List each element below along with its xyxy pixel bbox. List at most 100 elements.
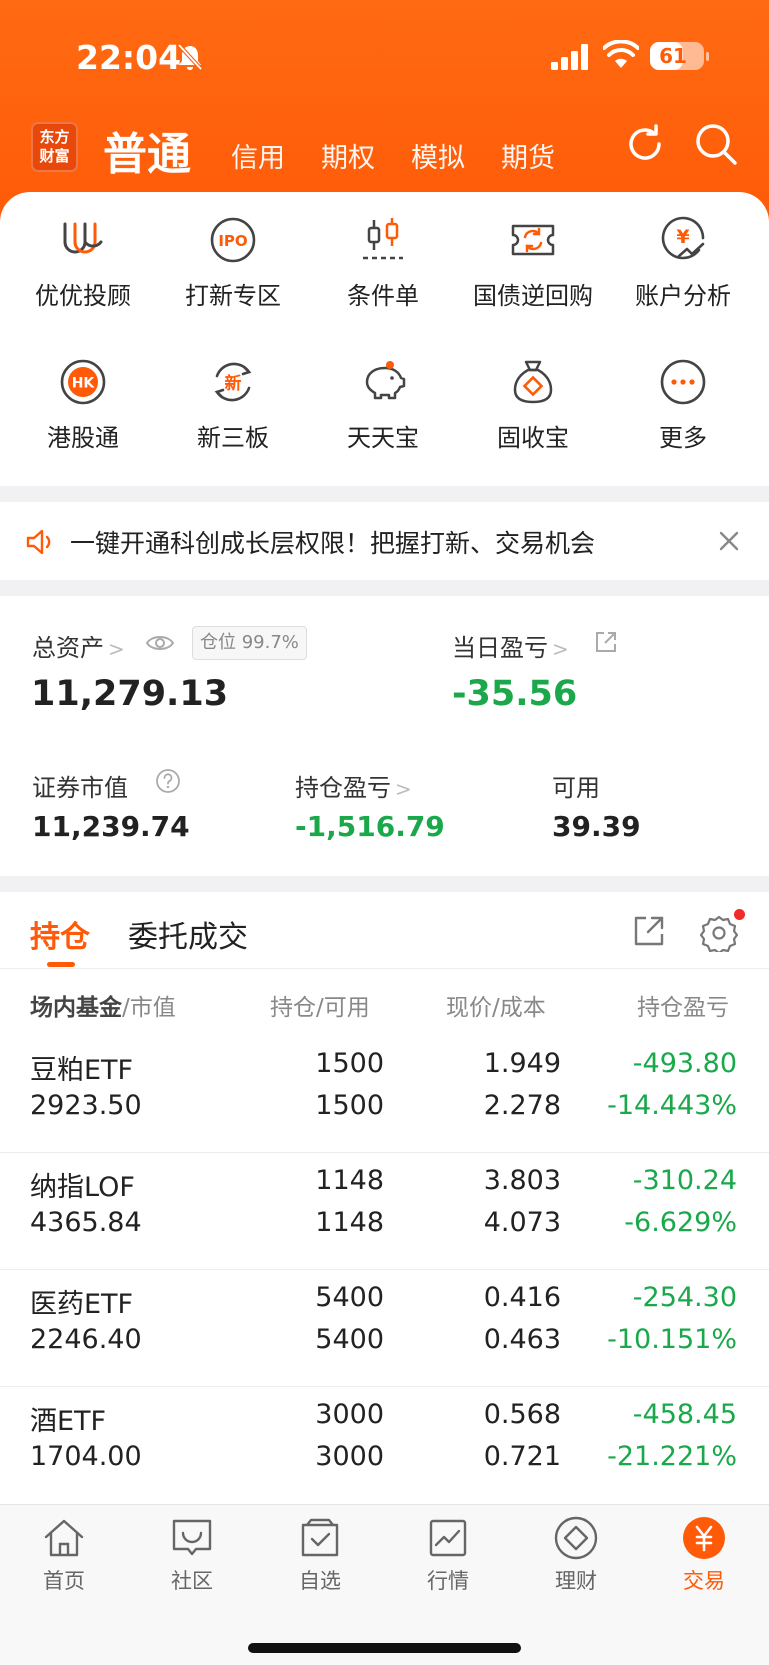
wealth-icon — [554, 1516, 598, 1560]
ipo-icon: IPO — [210, 217, 256, 263]
col-header-price[interactable]: 现价/成本 — [446, 988, 546, 1022]
logo-line-1: 东方 — [39, 128, 70, 146]
total-assets-value: 11,279.13 — [31, 674, 229, 714]
tab-simulated[interactable]: 模拟 — [411, 136, 465, 175]
col-header-pnl[interactable]: 持仓盈亏 — [637, 988, 735, 1022]
tab-home[interactable]: 首页 — [0, 1515, 128, 1595]
holding-pnl-value: -1,516.79 — [295, 810, 445, 843]
chevron-right-icon: > — [108, 637, 125, 661]
grid-item-account-analysis[interactable]: ¥ 账户分析 — [608, 216, 758, 311]
tab-community[interactable]: 社区 — [128, 1515, 256, 1595]
available-qty: 1500 — [315, 1090, 384, 1121]
tab-trade[interactable]: 交易 — [640, 1515, 768, 1595]
holding-pnl-pct: -14.443% — [607, 1090, 737, 1121]
grid-item-ipo[interactable]: IPO 打新专区 — [158, 216, 308, 311]
home-indicator[interactable] — [248, 1643, 521, 1653]
grid-label: 港股通 — [47, 424, 119, 452]
holding-pnl-pct: -6.629% — [624, 1207, 737, 1238]
holding-pnl: -310.24 — [632, 1165, 737, 1196]
quick-function-grid: 优优投顾 IPO 打新专区 条件单 国债逆回购 ¥ 账户分析 HK 港股通 新 … — [0, 192, 769, 486]
fund-name: 酒ETF — [30, 1406, 107, 1437]
tab-futures[interactable]: 期货 — [501, 136, 555, 175]
col-header-fund[interactable]: 场内基金/市值 — [30, 988, 176, 1022]
grid-item-reverse-repo[interactable]: 国债逆回购 — [458, 216, 608, 311]
holding-pnl: -493.80 — [632, 1048, 737, 1079]
tab-credit[interactable]: 信用 — [231, 136, 285, 175]
grid-label: 更多 — [659, 424, 707, 452]
holding-pnl-label: 持仓盈亏 — [295, 774, 391, 802]
wifi-icon — [603, 40, 639, 68]
daily-pnl-label: 当日盈亏 — [452, 634, 548, 662]
tab-label: 自选 — [299, 1569, 341, 1593]
share-icon[interactable] — [594, 630, 618, 654]
new-board-icon: 新 — [214, 362, 252, 402]
table-row[interactable]: 纳指LOF 4365.84 1148 1148 3.803 4.073 -310… — [0, 1153, 769, 1270]
col-header-fund-sub: 市值 — [129, 995, 176, 1021]
chevron-right-icon: > — [552, 637, 569, 661]
search-icon[interactable] — [694, 122, 738, 166]
battery-cap — [706, 52, 709, 61]
yuan-chart-icon: ¥ — [661, 216, 705, 260]
tab-normal[interactable]: 普通 — [103, 118, 191, 182]
refresh-icon[interactable] — [623, 122, 667, 166]
fund-name: 纳指LOF — [30, 1172, 135, 1203]
holding-pnl-link[interactable]: 持仓盈亏 > — [295, 768, 412, 803]
tab-market[interactable]: 行情 — [384, 1515, 512, 1595]
daily-pnl-link[interactable]: 当日盈亏 > — [452, 628, 569, 663]
grid-item-hk-connect[interactable]: HK 港股通 — [8, 358, 158, 453]
close-icon[interactable] — [716, 528, 742, 554]
ipo-icon-text: IPO — [218, 232, 247, 250]
holdings-panel: 持仓 委托成交 场内基金/市值 持仓/可用 现价/成本 持仓盈亏 豆粕ETF 2… — [0, 892, 769, 1504]
candlestick-icon — [363, 218, 403, 260]
current-price: 3.803 — [483, 1165, 561, 1196]
table-row[interactable]: 豆粕ETF 2923.50 1500 1500 1.949 2.278 -493… — [0, 1036, 769, 1153]
fund-name: 豆粕ETF — [30, 1055, 134, 1086]
tab-wealth[interactable]: 理财 — [512, 1515, 640, 1595]
current-price: 1.949 — [483, 1048, 561, 1079]
grid-label: 条件单 — [347, 282, 419, 310]
speaker-icon — [26, 529, 51, 555]
grid-item-gushoubao[interactable]: 固收宝 — [458, 358, 608, 453]
table-row[interactable]: 医药ETF 2246.40 5400 5400 0.416 0.463 -254… — [0, 1270, 769, 1387]
table-row[interactable]: 酒ETF 1704.00 3000 3000 0.568 0.721 -458.… — [0, 1387, 769, 1504]
help-question-icon[interactable] — [155, 768, 181, 794]
holding-qty: 5400 — [315, 1282, 384, 1313]
promo-notice-bar[interactable]: 一键开通科创成长层权限！把握打新、交易机会 — [0, 502, 769, 580]
logo-line-2: 财富 — [39, 147, 70, 165]
home-icon — [44, 1519, 84, 1557]
trade-icon — [683, 1517, 725, 1559]
available-value: 39.39 — [552, 810, 641, 843]
cost-price: 0.463 — [483, 1324, 561, 1355]
tab-holdings[interactable]: 持仓 — [30, 912, 90, 956]
chevron-right-icon: > — [395, 777, 412, 801]
grid-item-conditional-order[interactable]: 条件单 — [308, 216, 458, 311]
col-header-hold[interactable]: 持仓/可用 — [270, 988, 370, 1022]
available-qty: 5400 — [315, 1324, 384, 1355]
asset-summary: 总资产 > 仓位 99.7% 11,279.13 当日盈亏 > -35.56 证券市… — [0, 596, 769, 876]
available-label: 可用 — [552, 774, 600, 802]
cost-price: 2.278 — [483, 1090, 561, 1121]
market-icon — [429, 1519, 467, 1557]
total-assets-link[interactable]: 总资产 > — [32, 628, 125, 663]
grid-item-new-third-board[interactable]: 新 新三板 — [158, 358, 308, 453]
grid-item-tiantianbao[interactable]: 天天宝 — [308, 358, 458, 453]
eastmoney-logo[interactable]: 东方 财富 — [31, 122, 78, 172]
grid-item-more[interactable]: 更多 — [608, 358, 758, 453]
battery-indicator: 61 — [650, 42, 709, 70]
market-value: 11,239.74 — [32, 810, 190, 843]
gear-icon[interactable] — [700, 914, 738, 952]
cost-price: 4.073 — [483, 1207, 561, 1238]
eye-icon[interactable] — [145, 632, 175, 654]
more-icon — [660, 359, 706, 405]
tab-orders-trades[interactable]: 委托成交 — [128, 912, 248, 956]
tab-options[interactable]: 期权 — [321, 136, 375, 175]
tab-label: 交易 — [683, 1569, 725, 1593]
account-type-nav: 东方 财富 普通 信用 期权 模拟 期货 — [0, 116, 769, 186]
holding-qty: 3000 — [315, 1399, 384, 1430]
market-value: 1704.00 — [30, 1441, 142, 1472]
tab-watchlist[interactable]: 自选 — [256, 1515, 384, 1595]
new-icon-text: 新 — [225, 373, 242, 394]
available-qty: 1148 — [315, 1207, 384, 1238]
grid-item-uu-advisor[interactable]: 优优投顾 — [8, 216, 158, 311]
export-icon[interactable] — [632, 914, 666, 948]
